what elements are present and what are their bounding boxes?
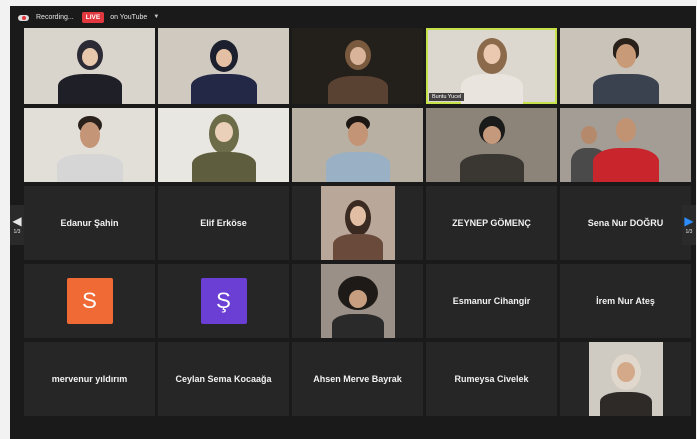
participant-photo-tile[interactable] [292, 264, 423, 338]
participant-video-tile[interactable] [158, 108, 289, 182]
participant-name: Elif Erköse [200, 218, 247, 228]
participant-video-tile[interactable] [158, 28, 289, 104]
page-indicator: 1/3 [13, 229, 21, 235]
participant-name-tile[interactable]: Ceylan Sema Kocaağa [158, 342, 289, 416]
participant-name: Ceylan Sema Kocaağa [175, 374, 272, 384]
recording-status[interactable]: Recording... [36, 14, 74, 21]
arrow-left-icon: ◀ [12, 214, 22, 228]
live-badge: LIVE [81, 11, 105, 23]
participant-name-caption: Buntu Yucel [429, 93, 465, 101]
participant-name-tile[interactable]: ZEYNEP GÖMENÇ [426, 186, 557, 260]
profile-photo [320, 264, 395, 338]
participant-name: mervenur yıldırım [51, 374, 128, 384]
participant-name-tile[interactable]: Ahsen Merve Bayrak [292, 342, 423, 416]
participant-name: İrem Nur Ateş [596, 296, 655, 306]
participant-name: Ahsen Merve Bayrak [313, 374, 402, 384]
participant-name: Sena Nur DOĞRU [587, 218, 664, 228]
participant-name: Rumeysa Civelek [454, 374, 529, 384]
participant-avatar-tile[interactable]: Ş [158, 264, 289, 338]
arrow-right-icon: ▶ [684, 214, 694, 228]
next-page-button[interactable]: ▶ 1/3 [682, 205, 696, 245]
meeting-window: Recording... LIVE on YouTube ▼ Buntu Yuc… [10, 6, 696, 439]
recording-bar: Recording... LIVE on YouTube ▼ [10, 6, 696, 28]
chevron-down-icon[interactable]: ▼ [153, 14, 159, 20]
participant-video-tile[interactable] [24, 28, 155, 104]
participant-video-tile[interactable] [560, 28, 691, 104]
participant-name: ZEYNEP GÖMENÇ [452, 218, 531, 228]
participant-video-tile[interactable] [426, 108, 557, 182]
participant-name-tile[interactable]: Rumeysa Civelek [426, 342, 557, 416]
participant-name-tile[interactable]: Edanur Şahin [24, 186, 155, 260]
participant-name-tile[interactable]: Sena Nur DOĞRU [560, 186, 691, 260]
participant-name-tile[interactable]: Esmanur Cihangir [426, 264, 557, 338]
participant-name-tile[interactable]: Elif Erköse [158, 186, 289, 260]
participant-photo-tile[interactable] [560, 342, 691, 416]
participant-name-tile[interactable]: İrem Nur Ateş [560, 264, 691, 338]
participant-name: Esmanur Cihangir [452, 296, 531, 306]
youtube-stream-label[interactable]: on YouTube [110, 14, 147, 21]
participant-video-tile[interactable] [24, 108, 155, 182]
participant-photo-tile[interactable] [292, 186, 423, 260]
profile-photo [320, 186, 395, 260]
profile-photo [588, 342, 663, 416]
participant-name: Edanur Şahin [60, 218, 119, 228]
initial-avatar: Ş [200, 278, 247, 324]
page-indicator: 1/3 [685, 229, 693, 235]
participant-video-tile[interactable] [292, 108, 423, 182]
participant-name-tile[interactable]: mervenur yıldırım [24, 342, 155, 416]
participant-video-tile[interactable] [560, 108, 691, 182]
participant-video-tile[interactable] [292, 28, 423, 104]
initial-avatar: S [66, 278, 113, 324]
cloud-recording-icon [18, 13, 30, 22]
previous-page-button[interactable]: ◀ 1/3 [10, 205, 24, 245]
participant-video-tile-active[interactable]: Buntu Yucel [426, 28, 557, 104]
participant-avatar-tile[interactable]: S [24, 264, 155, 338]
